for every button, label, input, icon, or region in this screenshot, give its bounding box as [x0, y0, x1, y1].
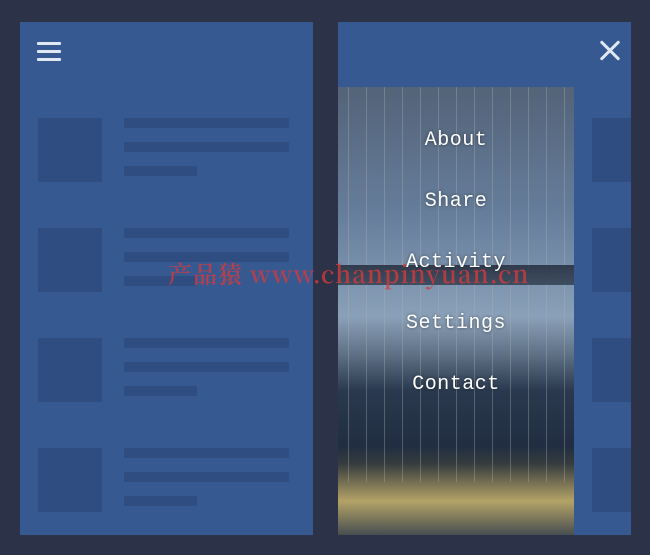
phone-preview-open: About Share Activity Settings Contact: [338, 22, 631, 535]
list-item: [38, 332, 313, 442]
menu-item-about[interactable]: About: [425, 129, 488, 152]
list-item: [592, 222, 631, 332]
list-item: [38, 112, 313, 222]
menu-item-settings[interactable]: Settings: [406, 312, 506, 335]
text-placeholder: [124, 448, 289, 458]
feed-list: [20, 112, 313, 535]
text-placeholder: [124, 228, 289, 238]
list-item: [592, 332, 631, 442]
avatar-placeholder: [592, 448, 631, 512]
menu-item-contact[interactable]: Contact: [412, 373, 500, 396]
phone-header: [338, 22, 631, 87]
avatar-placeholder: [38, 448, 102, 512]
avatar-placeholder: [592, 228, 631, 292]
list-item: [592, 112, 631, 222]
phone-preview-closed: [20, 22, 313, 535]
text-placeholder: [124, 118, 289, 128]
close-icon[interactable]: [595, 36, 625, 66]
feed-list-shifted: [574, 112, 631, 535]
text-placeholder: [124, 496, 197, 506]
list-item: [592, 442, 631, 535]
text-placeholder: [124, 472, 289, 482]
text-placeholder: [124, 142, 289, 152]
text-placeholder: [124, 338, 289, 348]
avatar-placeholder: [38, 228, 102, 292]
list-item: [38, 442, 313, 535]
avatar-placeholder: [38, 338, 102, 402]
list-item: [38, 222, 313, 332]
demo-stage: About Share Activity Settings Contact: [0, 0, 650, 555]
menu-icon[interactable]: [34, 36, 64, 66]
text-placeholder: [124, 166, 197, 176]
text-placeholder: [124, 276, 197, 286]
drawer-menu: About Share Activity Settings Contact: [338, 87, 574, 535]
text-placeholder: [124, 362, 289, 372]
menu-item-activity[interactable]: Activity: [406, 251, 506, 274]
menu-item-share[interactable]: Share: [425, 190, 488, 213]
text-placeholder: [124, 252, 289, 262]
avatar-placeholder: [592, 338, 631, 402]
text-placeholder: [124, 386, 197, 396]
avatar-placeholder: [592, 118, 631, 182]
avatar-placeholder: [38, 118, 102, 182]
